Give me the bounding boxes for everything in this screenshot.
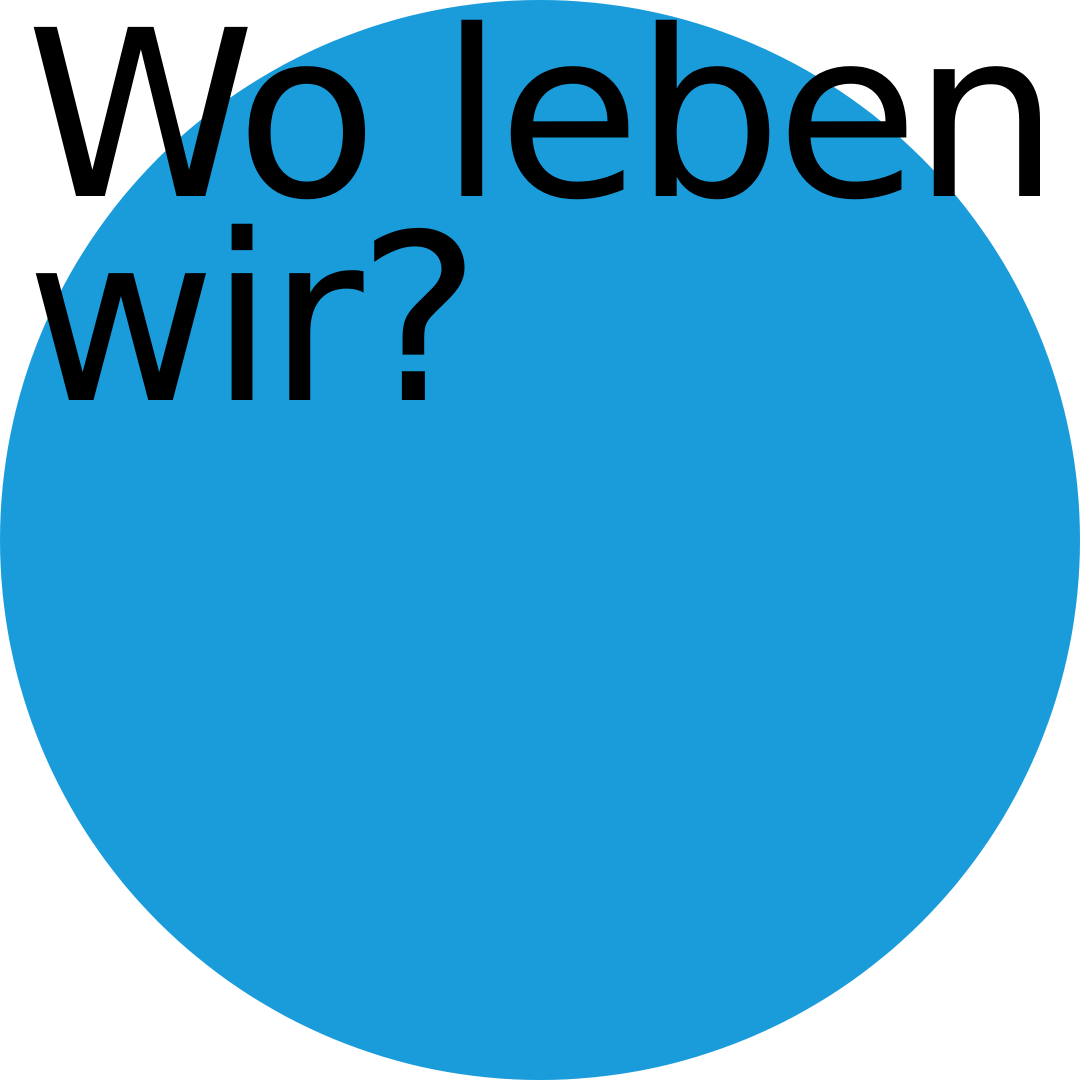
poster-canvas: Wo leben wir? bbox=[0, 0, 1080, 1080]
headline: Wo leben wir? bbox=[26, 0, 1060, 436]
